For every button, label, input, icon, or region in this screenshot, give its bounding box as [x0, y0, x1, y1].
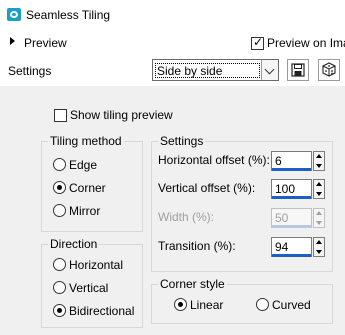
- window-title: Seamless Tiling: [26, 8, 111, 22]
- show-tiling-preview-label[interactable]: Show tiling preview: [70, 108, 173, 122]
- horizontal-label[interactable]: Horizontal: [69, 258, 123, 272]
- horizontal-offset-stepper[interactable]: [313, 151, 325, 171]
- save-preset-button[interactable]: [287, 59, 309, 81]
- show-tiling-preview-checkbox[interactable]: [54, 109, 67, 122]
- chevron-down-icon[interactable]: [261, 60, 278, 80]
- width-spinner: 50: [271, 208, 325, 228]
- preview-on-image-checkbox[interactable]: [251, 35, 264, 50]
- dice-icon: [322, 62, 336, 77]
- direction-group: Direction Horizontal Vertical Bidirectio…: [41, 237, 143, 328]
- save-icon: [291, 63, 305, 77]
- mirror-radio[interactable]: [53, 204, 66, 217]
- randomize-button[interactable]: [318, 59, 340, 81]
- preview-toggle[interactable]: Preview: [24, 36, 67, 50]
- linear-label[interactable]: Linear: [190, 298, 223, 312]
- bidirectional-radio[interactable]: [53, 304, 66, 317]
- tiling-method-title: Tiling method: [48, 134, 124, 148]
- tiling-method-group: Tiling method Edge Corner Mirror: [41, 134, 143, 232]
- horizontal-offset-input[interactable]: 6: [271, 151, 312, 171]
- linear-radio[interactable]: [174, 298, 187, 311]
- vertical-label[interactable]: Vertical: [69, 281, 108, 295]
- horizontal-offset-label: Horizontal offset (%):: [158, 153, 270, 167]
- preview-row: Preview Preview on Ima: [0, 30, 345, 56]
- corner-style-title: Corner style: [158, 277, 227, 291]
- bidirectional-label[interactable]: Bidirectional: [69, 304, 134, 318]
- horizontal-offset-spinner[interactable]: 6: [271, 151, 325, 171]
- title-bar: Seamless Tiling: [0, 0, 345, 30]
- camera-icon: [7, 8, 21, 21]
- edge-radio[interactable]: [53, 158, 66, 171]
- transition-label: Transition (%):: [158, 239, 236, 253]
- vertical-offset-stepper[interactable]: [313, 179, 325, 199]
- horizontal-radio[interactable]: [53, 258, 66, 271]
- curved-label[interactable]: Curved: [272, 298, 311, 312]
- vertical-offset-spinner[interactable]: 100: [271, 179, 325, 199]
- edge-label[interactable]: Edge: [69, 158, 97, 172]
- settings-label: Settings: [8, 64, 52, 78]
- corner-label[interactable]: Corner: [69, 181, 106, 195]
- width-label: Width (%):: [158, 210, 215, 224]
- direction-title: Direction: [48, 237, 100, 251]
- width-stepper: [313, 208, 325, 228]
- preset-value: Side by side: [155, 63, 260, 78]
- mirror-label[interactable]: Mirror: [69, 204, 100, 218]
- preview-on-image-label[interactable]: Preview on Ima: [267, 36, 345, 50]
- vertical-offset-label: Vertical offset (%):: [158, 181, 256, 195]
- vertical-radio[interactable]: [53, 281, 66, 294]
- transition-input[interactable]: 94: [271, 237, 312, 257]
- curved-radio[interactable]: [256, 298, 269, 311]
- corner-style-group: Corner style Linear Curved: [151, 277, 333, 324]
- settings-row: Settings Side by side: [0, 56, 345, 86]
- preset-dropdown[interactable]: Side by side: [152, 59, 279, 81]
- transition-spinner[interactable]: 94: [271, 237, 325, 257]
- vertical-offset-input[interactable]: 100: [271, 179, 312, 199]
- expand-arrow-icon[interactable]: [10, 37, 15, 45]
- settings-panel: Show tiling preview Tiling method Edge C…: [0, 86, 345, 335]
- width-input: 50: [271, 208, 312, 228]
- corner-radio[interactable]: [53, 181, 66, 194]
- settings-group-title: Settings: [158, 134, 206, 148]
- transition-stepper[interactable]: [313, 237, 325, 257]
